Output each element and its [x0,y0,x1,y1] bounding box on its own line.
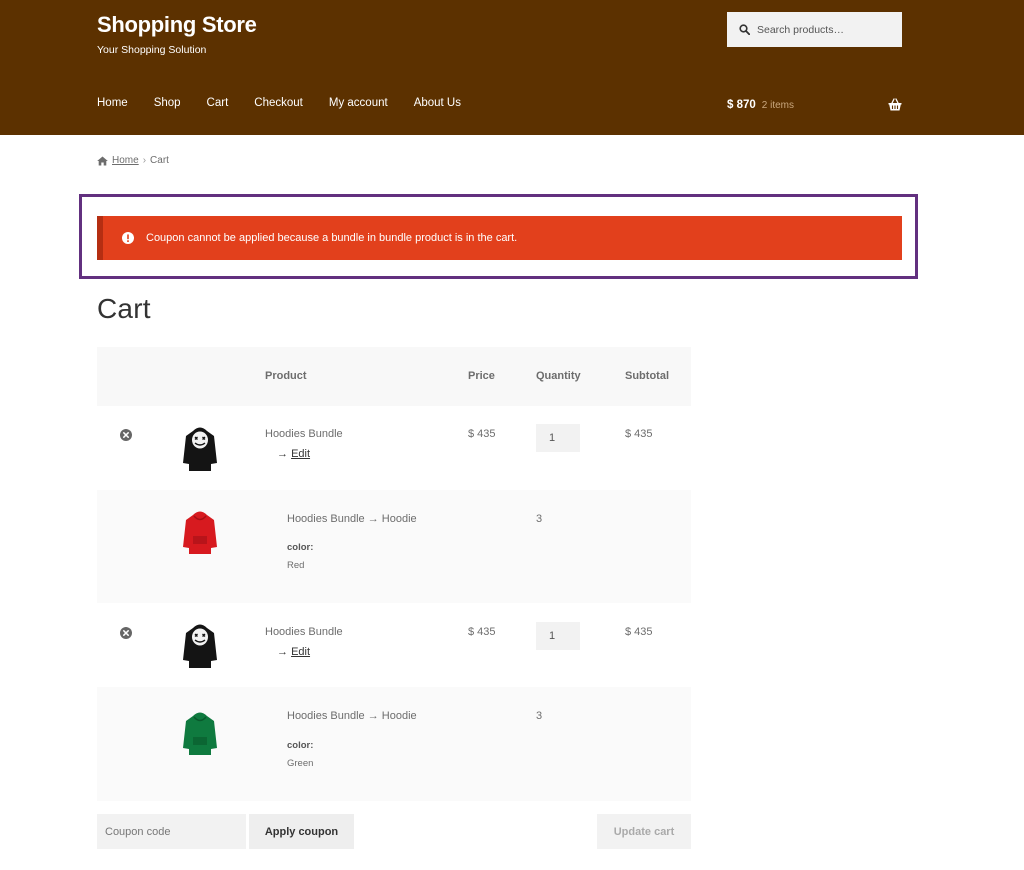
product-price: $ 435 [468,428,496,440]
nav-about-us[interactable]: About Us [414,97,461,109]
site-header: Shopping Store Your Shopping Solution Ho… [0,0,1024,135]
home-icon [97,156,108,166]
product-subtotal: $ 435 [625,428,653,440]
hoodie-red-icon [177,506,223,558]
variation-value: Red [287,560,305,571]
breadcrumb-home-link[interactable]: Home [112,155,139,166]
hoodie-green-icon [177,707,223,759]
product-price: $ 435 [468,626,496,638]
table-header-row: Product Price Quantity Subtotal [97,347,691,406]
variation-label: color: [287,740,314,751]
nav-checkout[interactable]: Checkout [254,97,303,109]
edit-line: → Edit [277,646,310,658]
header-cart-link[interactable]: $ 870 2 items [727,97,902,113]
basket-icon[interactable] [888,98,902,111]
nav-home[interactable]: Home [97,97,128,109]
breadcrumb-separator: › [142,155,147,166]
cart-actions: Apply coupon Update cart [97,814,691,849]
variation-label: color: [287,542,314,553]
bundled-item-quantity: 3 [536,710,543,722]
header-cart-count: 2 items [761,99,795,111]
header-cart-total: $ 870 [727,99,756,111]
hoodie-black-icon[interactable] [177,619,223,671]
bundled-item-quantity: 3 [536,513,543,525]
variation-value: Green [287,758,314,769]
site-tagline: Your Shopping Solution [97,44,207,56]
search-icon [739,24,750,35]
product-name[interactable]: Hoodies Bundle [265,626,343,638]
notice-message: Coupon cannot be applied because a bundl… [146,232,518,244]
header-price: Price [468,370,495,382]
cart-row-bundle: Hoodies Bundle → Edit $ 435 $ 435 [97,406,691,490]
remove-item-icon[interactable] [120,428,132,441]
hoodie-black-icon[interactable] [177,422,223,474]
update-cart-button[interactable]: Update cart [597,814,691,849]
edit-arrow: → [277,448,292,460]
cart-row-bundle: Hoodies Bundle → Edit $ 435 $ 435 [97,603,691,687]
product-subtotal: $ 435 [625,626,653,638]
header-product: Product [265,370,307,382]
nav-my-account[interactable]: My account [329,97,388,109]
bundled-item-name[interactable]: Hoodies Bundle → Hoodie [287,710,417,722]
edit-link[interactable]: Edit [291,448,310,460]
search-box[interactable] [727,12,902,47]
nav-shop[interactable]: Shop [154,97,181,109]
product-name[interactable]: Hoodies Bundle [265,428,343,440]
primary-nav: Home Shop Cart Checkout My account About… [97,97,487,109]
header-subtotal: Subtotal [625,370,669,382]
alert-icon [122,232,134,244]
edit-arrow: → [277,646,292,658]
remove-item-icon[interactable] [120,626,132,639]
page-title: Cart [97,293,151,324]
edit-link[interactable]: Edit [291,646,310,658]
quantity-input[interactable] [536,622,580,650]
error-notice: Coupon cannot be applied because a bundl… [97,216,902,260]
header-quantity: Quantity [536,370,581,382]
search-input[interactable] [757,23,897,36]
breadcrumb: Home › Cart [97,155,169,166]
edit-line: → Edit [277,448,310,460]
breadcrumb-current: Cart [150,155,169,166]
bundled-item-name[interactable]: Hoodies Bundle → Hoodie [287,513,417,525]
site-title[interactable]: Shopping Store [97,12,257,38]
coupon-code-input[interactable] [97,814,246,849]
cart-row-bundled-item: Hoodies Bundle → Hoodie color: Red 3 [97,490,691,603]
cart-row-bundled-item: Hoodies Bundle → Hoodie color: Green 3 [97,687,691,801]
apply-coupon-button[interactable]: Apply coupon [249,814,354,849]
quantity-input[interactable] [536,424,580,452]
nav-cart[interactable]: Cart [207,97,229,109]
